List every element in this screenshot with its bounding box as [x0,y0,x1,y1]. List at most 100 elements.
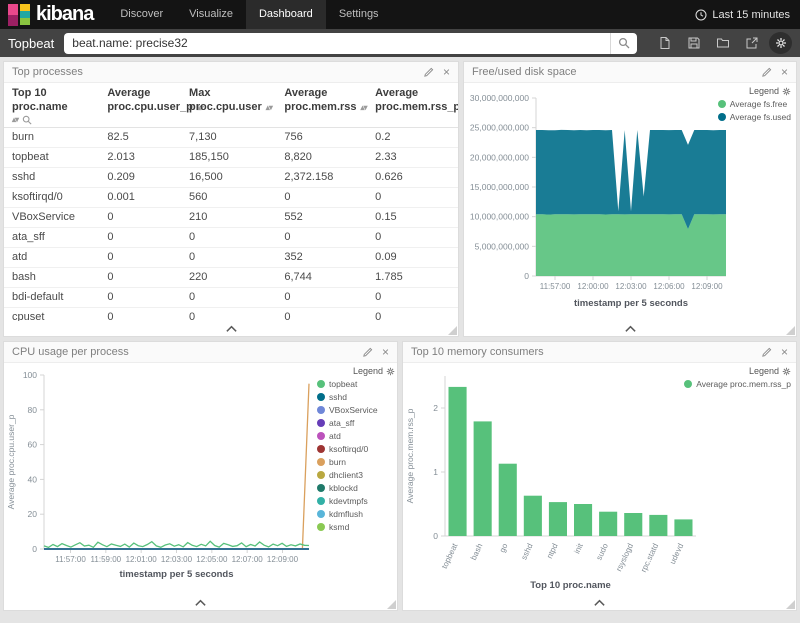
column-header-5[interactable]: Averageproc.mem.rss_p▴▾ [367,83,458,127]
column-header-1[interactable]: Top 10 proc.name▴▾ [4,83,99,127]
bar-init[interactable] [574,504,592,536]
resize-handle[interactable] [448,326,457,335]
legend-item-kdmflush[interactable]: kdmflush [317,509,395,519]
tick-label: 12:05:00 [196,555,228,564]
collapse-panel-chevron[interactable] [194,599,207,607]
nav-item-visualize[interactable]: Visualize [176,0,246,29]
close-panel-icon[interactable]: × [781,346,788,358]
resize-handle[interactable] [786,326,795,335]
new-dashboard-button[interactable] [653,32,676,54]
dashboard-toolbar: Topbeat [0,29,800,57]
tick-label: 60 [28,440,38,450]
panel-header: Top processes × [4,62,458,83]
share-dashboard-button[interactable] [740,32,763,54]
legend-header[interactable]: Legend [317,366,395,376]
legend-item-ata-sff[interactable]: ata_sff [317,418,395,428]
memory-legend-items: Average proc.mem.rss_p [684,379,791,389]
table-row: ata_sff0000 [4,227,458,247]
table-row: bash02206,7441.785 [4,267,458,287]
legend-item-dhclient3[interactable]: dhclient3 [317,470,395,480]
kibana-logo[interactable]: kibana [0,0,107,29]
legend-color-dot [317,419,325,427]
bar-label: sshd [519,542,534,561]
table-row: bdi-default0000 [4,287,458,307]
collapse-panel-chevron[interactable] [225,325,238,333]
legend-item-sshd[interactable]: sshd [317,392,395,402]
bar-udevd[interactable] [674,519,692,536]
cpu-legend: Legend topbeat sshd VBoxService ata_sffatd k… [317,363,397,595]
sort-icon[interactable]: ▴▾ [12,115,18,125]
nav-item-settings[interactable]: Settings [326,0,392,29]
bar-bash[interactable] [474,421,492,536]
legend-item-average-fs-free[interactable]: Average fs.free [718,99,791,109]
legend-item-average-fs-used[interactable]: Average fs.used [718,112,791,122]
collapse-panel-chevron[interactable] [624,325,637,333]
column-header-3[interactable]: Maxproc.cpu.user▴▾ [181,83,276,127]
sort-icon[interactable]: ▴▾ [266,103,272,113]
column-header-2[interactable]: Averageproc.cpu.user_p▴▾ [99,83,181,127]
save-dashboard-button[interactable] [682,32,705,54]
legend-color-dot [317,458,325,466]
table-row: ksoftirqd/00.00156000 [4,187,458,207]
open-dashboard-button[interactable] [711,32,734,54]
legend-item-atd[interactable]: atd [317,431,395,441]
tick-label: 80 [28,405,38,415]
column-header-4[interactable]: Averageproc.mem.rss▴▾ [276,83,367,127]
tick-label: 12:03:00 [161,555,193,564]
y-axis-label: Average proc.cpu.user_p [6,414,16,509]
bar-rsyslogd[interactable] [624,513,642,536]
close-panel-icon[interactable]: × [443,66,450,78]
legend-item-average-proc-mem-rss-p[interactable]: Average proc.mem.rss_p [684,379,791,389]
area-fs-free[interactable] [536,214,726,276]
bar-sshd[interactable] [524,496,542,536]
nav-item-dashboard[interactable]: Dashboard [246,0,326,29]
legend-item-ksmd[interactable]: ksmd [317,522,395,532]
collapse-panel-chevron[interactable] [593,599,606,607]
area-fs-used[interactable] [536,130,726,229]
bar-label: bash [469,542,484,562]
legend-item-topbeat[interactable]: topbeat [317,379,395,389]
search-button[interactable] [610,33,637,54]
close-panel-icon[interactable]: × [781,66,788,78]
panel-header: Free/used disk space × [464,62,796,83]
edit-panel-icon[interactable] [423,67,434,78]
legend-item-kdevtmpfs[interactable]: kdevtmpfs [317,496,395,506]
bar-go[interactable] [499,464,517,536]
column-search-icon[interactable] [22,115,32,125]
legend-item-ksoftirqd-0[interactable]: ksoftirqd/0 [317,444,395,454]
edit-panel-icon[interactable] [761,67,772,78]
edit-panel-icon[interactable] [761,347,772,358]
app-header: kibana Discover Visualize Dashboard Sett… [0,0,800,29]
legend-item-kblockd[interactable]: kblockd [317,483,395,493]
resize-handle[interactable] [786,600,795,609]
open-folder-icon [716,36,730,50]
legend-gear-icon [386,367,395,376]
legend-color-dot [317,484,325,492]
bar-sudo[interactable] [599,512,617,536]
close-panel-icon[interactable]: × [382,346,389,358]
panel-memory-consumers: Top 10 memory consumers × 012Average pro… [402,341,797,611]
tick-label: 12:07:00 [232,555,264,564]
edit-panel-icon[interactable] [362,347,373,358]
bar-topbeat[interactable] [449,387,467,536]
search-input[interactable] [64,33,610,54]
panel-title: Free/used disk space [472,66,761,78]
resize-handle[interactable] [387,600,396,609]
legend-item-vboxservice[interactable]: VBoxService [317,405,395,415]
bar-rpc-statd[interactable] [649,515,667,536]
toolbar-actions [653,32,792,54]
sort-icon[interactable]: ▴▾ [361,103,367,113]
legend-header[interactable]: Legend [718,86,791,96]
cpu-legend-items: topbeat sshd VBoxService ata_sffatd ksoftirq… [317,379,395,532]
dashboard-options-button[interactable] [769,32,792,54]
legend-item-burn[interactable]: burn [317,457,395,467]
time-picker[interactable]: Last 15 minutes [695,0,800,29]
bar-ntpd[interactable] [549,502,567,536]
panel-cpu-usage: CPU usage per process × 02040608010011:5… [3,341,398,611]
legend-header[interactable]: Legend [684,366,791,376]
nav-item-discover[interactable]: Discover [107,0,176,29]
legend-color-dot [317,393,325,401]
settings-gear-icon [775,37,787,49]
tick-label: 40 [28,474,38,484]
panel-top-processes: Top processes × Top 10 proc.name▴▾Averag… [3,61,459,337]
